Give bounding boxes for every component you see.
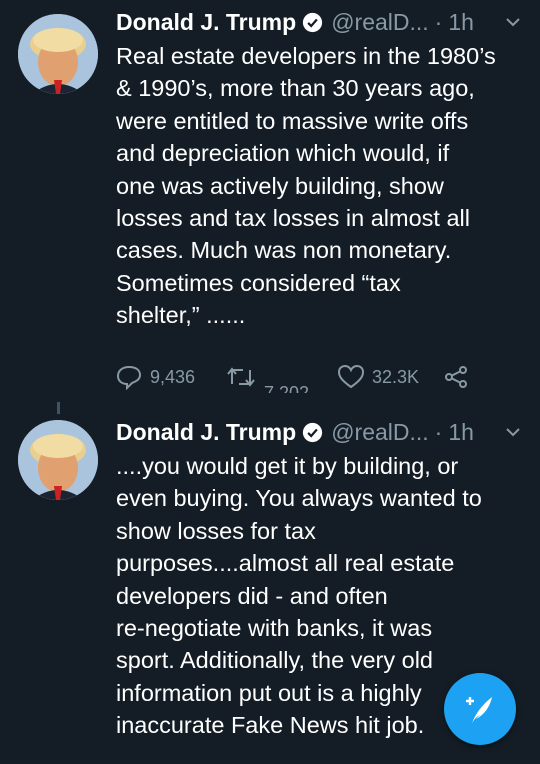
retweet-count: 7,202	[264, 383, 310, 393]
separator: ·	[434, 8, 443, 35]
chevron-down-icon[interactable]	[504, 423, 522, 441]
timestamp[interactable]: 1h	[448, 419, 474, 446]
retweet-icon	[227, 367, 255, 387]
tweet-header: Donald J. Trump @realD... · 1h	[116, 6, 474, 38]
compose-tweet-icon	[466, 697, 492, 723]
avatar[interactable]	[18, 420, 98, 500]
verified-badge-icon	[302, 422, 323, 443]
author-handle[interactable]: @realD...	[331, 419, 428, 446]
author-name[interactable]: Donald J. Trump	[116, 419, 296, 446]
retweet-button[interactable]: 7,202	[226, 362, 310, 393]
tweet-text: Real estate developers in the 1980’s & 1…	[116, 43, 496, 329]
like-button[interactable]: 32.3K	[338, 362, 419, 392]
share-button[interactable]	[444, 362, 476, 392]
reply-icon	[116, 365, 142, 390]
author-name[interactable]: Donald J. Trump	[116, 9, 296, 36]
tweet-actions: 9,436 7,202 32.3K	[116, 362, 516, 393]
tweet-1[interactable]: Donald J. Trump @realD... · 1h Real esta…	[0, 6, 540, 398]
separator: ·	[434, 418, 443, 445]
reply-count: 9,436	[150, 366, 196, 387]
tweet-header: Donald J. Trump @realD... · 1h	[116, 416, 474, 448]
reply-button[interactable]: 9,436	[116, 362, 195, 392]
share-icon	[445, 366, 467, 388]
verified-badge-icon	[302, 12, 323, 33]
author-handle[interactable]: @realD...	[331, 9, 428, 36]
compose-tweet-button[interactable]	[444, 673, 516, 745]
thread-connector	[57, 402, 60, 414]
like-count: 32.3K	[372, 366, 420, 387]
heart-icon	[338, 365, 364, 389]
avatar[interactable]	[18, 14, 98, 94]
timestamp[interactable]: 1h	[448, 9, 474, 36]
chevron-down-icon[interactable]	[504, 13, 522, 31]
